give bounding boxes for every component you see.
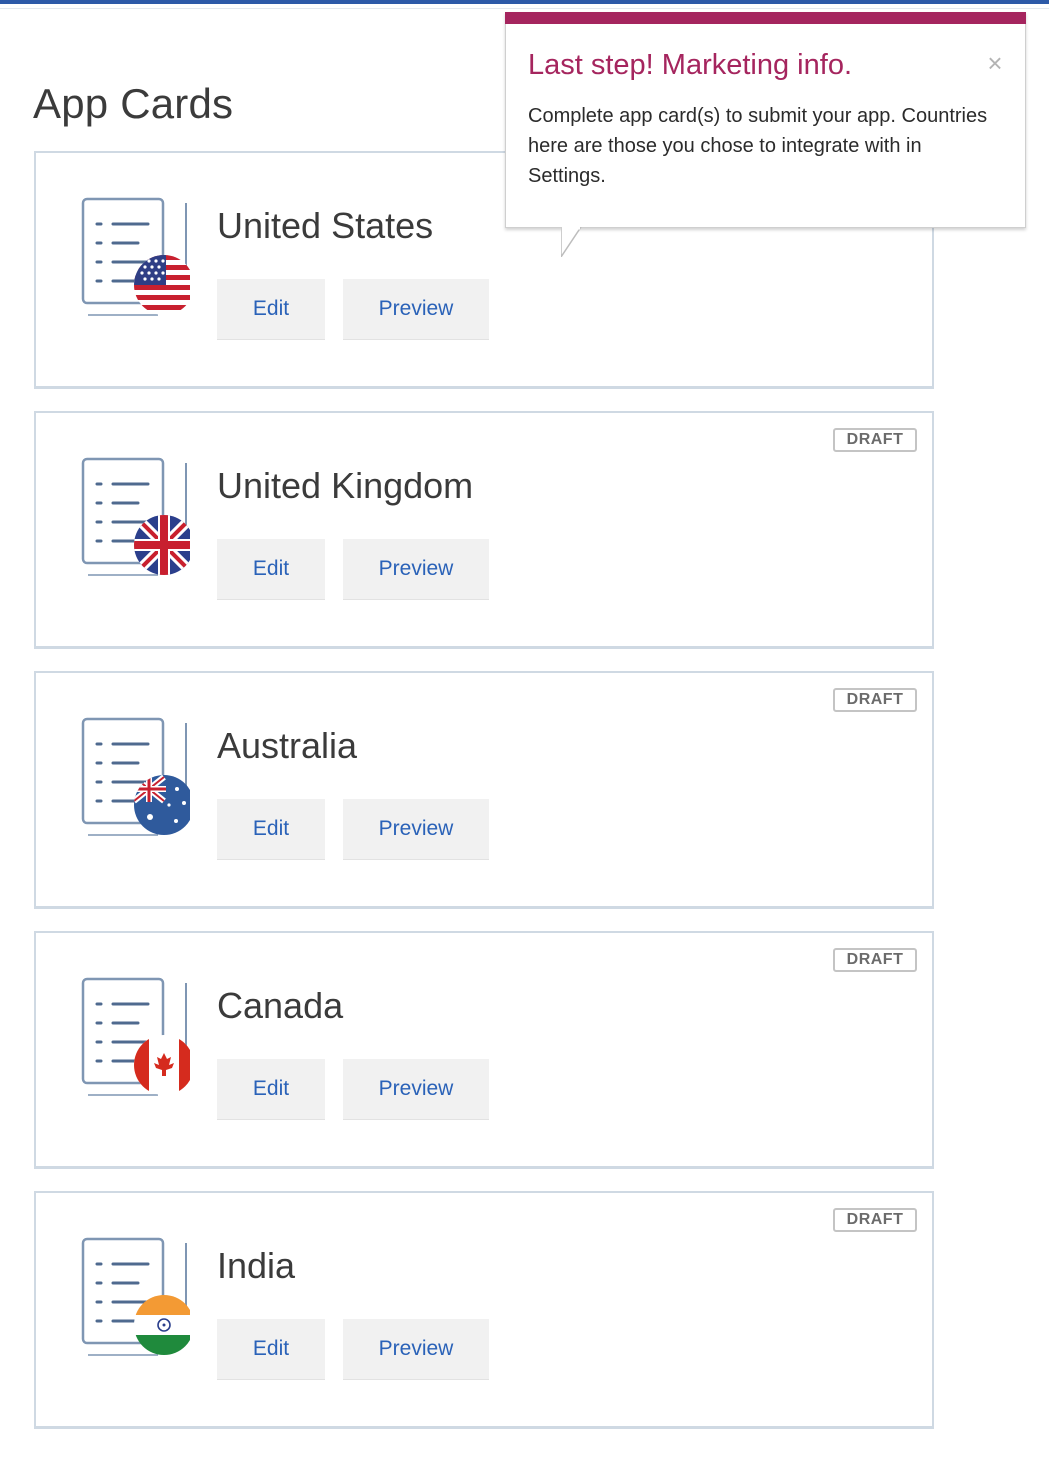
close-icon[interactable]: × (985, 50, 1005, 76)
preview-button[interactable]: Preview (343, 539, 489, 599)
top-divider (0, 8, 1049, 9)
preview-button[interactable]: Preview (343, 1319, 489, 1379)
edit-button[interactable]: Edit (217, 1059, 325, 1119)
tooltip-title: Last step! Marketing info. (528, 49, 852, 81)
app-card-canada: DRAFT Canada Edit Preview (34, 931, 934, 1169)
status-badge: DRAFT (833, 688, 917, 712)
edit-button[interactable]: Edit (217, 539, 325, 599)
top-accent-bar (0, 0, 1049, 4)
app-card-united-kingdom: DRAFT United Kingdom Edit Preview (34, 411, 934, 649)
australia-flag-icon (134, 775, 190, 835)
card-title: United States (217, 205, 434, 246)
preview-button[interactable]: Preview (343, 1059, 489, 1119)
tooltip-pointer (561, 227, 582, 257)
preview-button[interactable]: Preview (343, 279, 489, 339)
card-title: Canada (217, 985, 344, 1026)
tooltip-body: Complete app card(s) to submit your app.… (528, 105, 988, 187)
status-badge: DRAFT (833, 428, 917, 452)
edit-button[interactable]: Edit (217, 1319, 325, 1379)
india-flag-icon (134, 1295, 190, 1355)
card-title: India (217, 1245, 296, 1286)
card-title: Australia (217, 725, 358, 766)
us-flag-icon (134, 255, 190, 315)
tooltip-accent-bar (505, 12, 1026, 24)
card-title: United Kingdom (217, 465, 474, 506)
edit-button[interactable]: Edit (217, 279, 325, 339)
status-badge: DRAFT (833, 948, 917, 972)
preview-button[interactable]: Preview (343, 799, 489, 859)
marketing-info-tooltip: Last step! Marketing info. × Complete ap… (505, 12, 1026, 257)
uk-flag-icon (134, 515, 190, 575)
app-card-india: DRAFT India Edit Preview (34, 1191, 934, 1429)
edit-button[interactable]: Edit (217, 799, 325, 859)
page-title: App Cards (33, 80, 234, 127)
canada-flag-icon (134, 1035, 190, 1095)
status-badge: DRAFT (833, 1208, 917, 1232)
app-card-australia: DRAFT Australia Edit Preview (34, 671, 934, 909)
